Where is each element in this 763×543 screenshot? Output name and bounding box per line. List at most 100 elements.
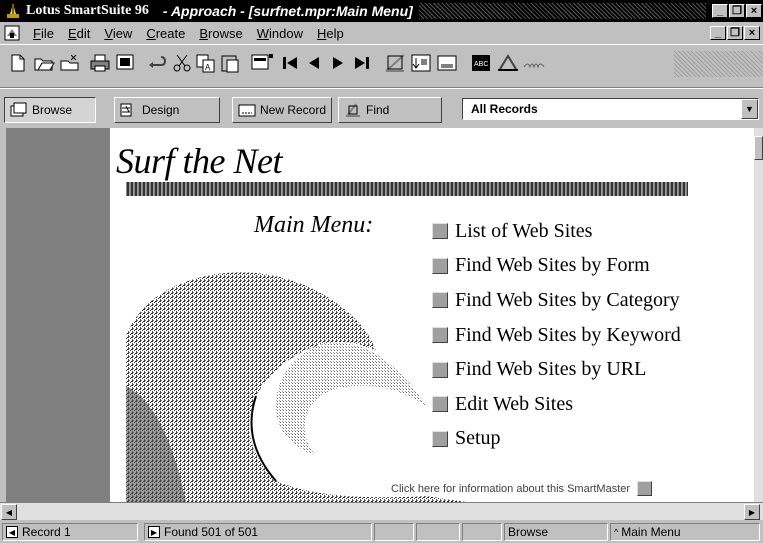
doc-minimize-button[interactable]: _	[710, 26, 726, 40]
doc-close-button[interactable]: ×	[744, 26, 760, 40]
main-menu-form: Surf the Net Main Menu: List of Web Site…	[110, 128, 754, 502]
menu-edit-label: dit	[76, 25, 91, 41]
menu-window-mnemonic: W	[256, 25, 269, 41]
vertical-scroll-thumb[interactable]	[754, 136, 763, 160]
scroll-left-icon[interactable]: ◀	[1, 504, 17, 520]
new-record-label: New Record	[260, 103, 327, 117]
menu-option-find-by-keyword[interactable]: Find Web Sites by Keyword	[432, 318, 681, 353]
found-label: Found 501 of 501	[164, 525, 259, 539]
menu-option-find-by-url[interactable]: Find Web Sites by URL	[432, 352, 681, 387]
vertical-scrollbar[interactable]	[754, 128, 763, 502]
menu-view[interactable]: View	[97, 26, 139, 41]
form-workspace: Surf the Net Main Menu: List of Web Site…	[6, 128, 754, 502]
print-icon[interactable]	[88, 51, 112, 75]
find-icon[interactable]	[384, 51, 408, 75]
sort-icon[interactable]	[410, 51, 434, 75]
app-title: Lotus SmartSuite 96	[26, 3, 149, 18]
view-indicator[interactable]: ^ Main Menu	[610, 523, 760, 541]
draw-icon[interactable]	[522, 51, 546, 75]
menu-option-label: Setup	[455, 427, 501, 450]
menu-create[interactable]: Create	[139, 26, 192, 41]
menu-view-label: iew	[112, 25, 133, 41]
menu-help-mnemonic: H	[316, 25, 327, 41]
menu-file-label: ile	[40, 25, 54, 41]
menu-window[interactable]: Window	[250, 26, 310, 41]
menu-view-mnemonic: V	[104, 25, 113, 41]
cut-icon[interactable]	[170, 51, 194, 75]
design-icon	[119, 102, 139, 118]
option-button-icon[interactable]	[432, 327, 448, 344]
menu-browse-label: rowse	[208, 25, 243, 41]
option-button-icon[interactable]	[432, 430, 448, 447]
found-indicator[interactable]: ▶ Found 501 of 501	[144, 523, 372, 541]
new-record-button[interactable]: New Record	[232, 97, 332, 123]
menu-option-label: List of Web Sites	[455, 219, 593, 242]
document-control-icon[interactable]	[4, 25, 20, 41]
info-button-icon[interactable]	[637, 481, 653, 496]
menu-option-find-by-form[interactable]: Find Web Sites by Form	[432, 249, 681, 284]
preview-icon[interactable]	[114, 51, 138, 75]
menu-file[interactable]: File	[26, 26, 61, 41]
found-set-select[interactable]: All Records ▼	[462, 98, 759, 120]
menu-option-label: Find Web Sites by Keyword	[455, 323, 681, 346]
find-button[interactable]: Find	[338, 97, 442, 123]
maximize-button[interactable]: ❐	[729, 4, 745, 18]
previous-record-icon[interactable]	[302, 51, 326, 75]
browse-icon	[9, 102, 29, 118]
option-button-icon[interactable]	[432, 396, 448, 413]
option-button-icon[interactable]	[432, 292, 448, 309]
menu-bar: File Edit View Create Browse Window Help…	[0, 22, 763, 44]
design-label: Design	[142, 103, 180, 117]
first-record-icon[interactable]	[278, 51, 302, 75]
menu-option-list-of-web-sites[interactable]: List of Web Sites	[432, 214, 681, 249]
open-folder-icon[interactable]	[32, 51, 56, 75]
browse-button[interactable]: Browse	[4, 97, 96, 123]
option-button-icon[interactable]	[432, 223, 448, 240]
menu-option-setup[interactable]: Setup	[432, 422, 681, 457]
design-button[interactable]: Design	[114, 97, 220, 123]
paste-icon[interactable]	[218, 51, 242, 75]
approach-app-icon[interactable]	[4, 2, 22, 20]
mode-indicator[interactable]: Browse	[504, 523, 608, 541]
undo-icon[interactable]	[146, 51, 170, 75]
smarticons-icon[interactable]	[496, 51, 520, 75]
menu-option-label: Find Web Sites by Category	[455, 288, 680, 311]
caret-up-icon: ^	[614, 527, 619, 537]
svg-text:A: A	[205, 63, 211, 72]
menu-browse-mnemonic: B	[199, 25, 209, 41]
copy-icon[interactable]: A	[194, 51, 218, 75]
menu-help[interactable]: Help	[310, 26, 351, 41]
doc-restore-button[interactable]: ❐	[727, 26, 743, 40]
menu-window-label: indow	[269, 25, 303, 41]
menu-edit[interactable]: Edit	[61, 26, 97, 41]
dropdown-icon[interactable]	[250, 51, 274, 75]
close-button[interactable]: ×	[746, 4, 762, 18]
option-button-icon[interactable]	[432, 361, 448, 378]
form-icon[interactable]	[436, 51, 460, 75]
svg-text:ABC: ABC	[474, 61, 488, 68]
smartmaster-info-link[interactable]: Click here for information about this Sm…	[391, 481, 653, 496]
menu-create-mnemonic: C	[146, 25, 156, 41]
menu-create-label: reate	[155, 25, 186, 41]
last-record-icon[interactable]	[350, 51, 374, 75]
next-record-icon[interactable]	[326, 51, 350, 75]
record-indicator[interactable]: ◀ Record 1	[2, 523, 138, 541]
horizontal-scrollbar[interactable]: ◀ ▶	[0, 502, 763, 520]
option-button-icon[interactable]	[432, 257, 448, 274]
main-menu-label: Main Menu:	[254, 212, 374, 238]
scroll-right-icon[interactable]: ▶	[744, 504, 760, 520]
status-cell-blank-1	[374, 523, 414, 541]
title-bar-pattern	[418, 3, 706, 19]
action-bar: Browse Design New Record Find All Record…	[0, 88, 763, 128]
minimize-button[interactable]: _	[712, 4, 728, 18]
mode-label: Browse	[508, 525, 549, 539]
spell-check-icon[interactable]: ABC	[470, 51, 494, 75]
menu-file-mnemonic: F	[33, 25, 41, 41]
open-icon[interactable]	[58, 51, 82, 75]
menu-option-find-by-category[interactable]: Find Web Sites by Category	[432, 283, 681, 318]
menu-option-label: Find Web Sites by Form	[455, 254, 650, 277]
new-file-icon[interactable]	[6, 51, 30, 75]
chevron-down-icon[interactable]: ▼	[741, 99, 758, 119]
menu-option-edit-web-sites[interactable]: Edit Web Sites	[432, 387, 681, 422]
menu-browse[interactable]: Browse	[192, 26, 249, 41]
